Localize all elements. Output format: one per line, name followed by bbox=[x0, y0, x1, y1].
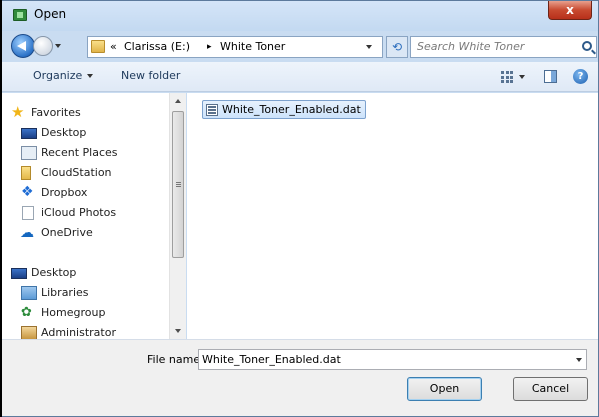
nav-desktop-fav[interactable]: Desktop bbox=[2, 123, 169, 143]
app-icon bbox=[13, 9, 27, 21]
recent-places-icon bbox=[21, 146, 37, 160]
homegroup-icon: ✿ bbox=[21, 305, 32, 320]
file-name-input[interactable] bbox=[202, 353, 562, 366]
breadcrumb-overflow[interactable]: « bbox=[110, 40, 117, 53]
scroll-down-icon[interactable] bbox=[175, 329, 181, 333]
help-icon[interactable]: ? bbox=[573, 69, 588, 84]
refresh-icon: ⟲ bbox=[391, 40, 403, 54]
nav-icloud-photos[interactable]: iCloud Photos bbox=[2, 203, 169, 223]
views-chevron-down-icon[interactable] bbox=[519, 75, 525, 79]
nav-libraries[interactable]: Libraries bbox=[2, 283, 169, 303]
preview-pane-icon[interactable] bbox=[544, 70, 557, 83]
open-button[interactable]: Open bbox=[407, 377, 482, 401]
nav-label: Favorites bbox=[31, 106, 81, 119]
nav-label: CloudStation bbox=[41, 166, 112, 179]
address-row: « Clarissa (E:) ▸ White Toner ⟲ bbox=[2, 31, 598, 61]
breadcrumb-folder[interactable]: White Toner bbox=[220, 40, 285, 53]
nav-label: iCloud Photos bbox=[41, 206, 117, 219]
dialog-footer: File name: Open Cancel bbox=[2, 339, 598, 416]
scrollbar-thumb[interactable] bbox=[172, 111, 184, 258]
back-button[interactable] bbox=[11, 34, 35, 58]
nav-label: OneDrive bbox=[41, 226, 93, 239]
nav-label: Administrator bbox=[41, 326, 116, 339]
navigation-scrollbar[interactable] bbox=[169, 93, 186, 339]
nav-recent-places[interactable]: Recent Places bbox=[2, 143, 169, 163]
nav-label: Dropbox bbox=[41, 186, 88, 199]
breadcrumb-drive[interactable]: Clarissa (E:) bbox=[124, 40, 190, 53]
organize-label: Organize bbox=[33, 69, 83, 82]
file-item[interactable]: White_Toner_Enabled.dat bbox=[202, 100, 366, 119]
search-icon[interactable] bbox=[582, 41, 592, 51]
dropbox-icon: ❖ bbox=[21, 184, 34, 200]
forward-button[interactable] bbox=[33, 36, 53, 56]
search-input[interactable] bbox=[417, 40, 577, 53]
nav-label: Recent Places bbox=[41, 146, 118, 159]
star-icon: ★ bbox=[11, 103, 25, 121]
navigation-pane[interactable]: ★ Favorites Desktop Recent Places CloudS… bbox=[2, 93, 170, 339]
nav-label: Libraries bbox=[41, 286, 89, 299]
cancel-button[interactable]: Cancel bbox=[513, 377, 588, 401]
address-bar[interactable]: « Clarissa (E:) ▸ White Toner bbox=[87, 36, 383, 58]
nav-administrator[interactable]: Administrator bbox=[2, 323, 169, 339]
nav-cloudstation[interactable]: CloudStation bbox=[2, 163, 169, 183]
nav-label: Desktop bbox=[31, 266, 77, 279]
desktop-icon bbox=[21, 128, 37, 139]
user-folder-icon bbox=[21, 326, 37, 339]
nav-label: Desktop bbox=[41, 126, 87, 139]
organize-button[interactable]: Organize bbox=[33, 69, 94, 82]
nav-dropbox[interactable]: ❖ Dropbox bbox=[2, 183, 169, 203]
nav-homegroup[interactable]: ✿ Homegroup bbox=[2, 303, 169, 323]
address-dropdown-icon[interactable] bbox=[366, 45, 372, 49]
search-box[interactable] bbox=[410, 36, 597, 58]
folder-icon bbox=[91, 40, 105, 53]
folder-icon bbox=[21, 166, 31, 180]
change-view-icon[interactable] bbox=[501, 71, 513, 83]
nav-desktop[interactable]: Desktop bbox=[2, 263, 169, 283]
dat-file-icon bbox=[206, 104, 218, 116]
grip-icon bbox=[176, 182, 181, 183]
file-name-label: File name: bbox=[147, 353, 204, 366]
scroll-up-icon[interactable] bbox=[175, 99, 181, 103]
cloud-icon: ☁ bbox=[20, 225, 34, 241]
document-icon bbox=[22, 206, 34, 220]
desktop-icon bbox=[11, 268, 27, 279]
file-name: White_Toner_Enabled.dat bbox=[222, 103, 361, 116]
file-name-combobox[interactable] bbox=[198, 349, 587, 370]
chevron-down-icon bbox=[87, 74, 94, 78]
close-button[interactable]: x bbox=[548, 1, 592, 20]
libraries-icon bbox=[21, 286, 37, 300]
breadcrumb-separator-icon[interactable]: ▸ bbox=[207, 42, 212, 52]
chevron-down-icon[interactable] bbox=[576, 358, 582, 362]
toolbar: Organize New folder ? bbox=[2, 62, 598, 92]
nav-onedrive[interactable]: ☁ OneDrive bbox=[2, 223, 169, 243]
title-bar[interactable]: Open x bbox=[2, 1, 598, 31]
nav-label: Homegroup bbox=[41, 306, 106, 319]
window-title: Open bbox=[34, 7, 67, 21]
new-folder-button[interactable]: New folder bbox=[121, 69, 180, 82]
refresh-button[interactable]: ⟲ bbox=[386, 36, 408, 58]
file-list[interactable]: White_Toner_Enabled.dat bbox=[187, 93, 598, 339]
nav-favorites[interactable]: ★ Favorites bbox=[2, 103, 169, 123]
recent-locations-chevron-icon[interactable] bbox=[55, 44, 61, 48]
